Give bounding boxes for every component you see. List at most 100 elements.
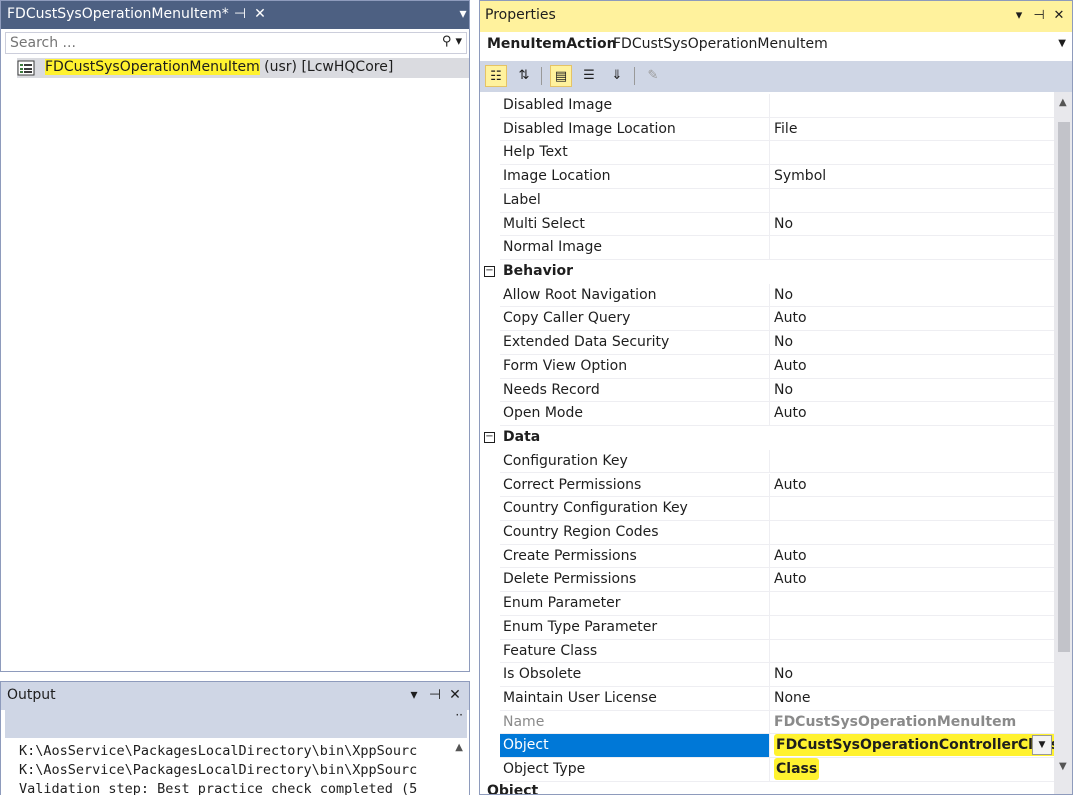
categorized-view-icon[interactable]: ☷ — [485, 65, 507, 87]
property-value[interactable]: None — [770, 687, 1054, 711]
pin-icon[interactable]: ⊣ — [230, 4, 250, 24]
chevron-down-icon[interactable]: ▼ — [1058, 38, 1066, 49]
property-row[interactable]: Open Mode Auto — [480, 402, 1054, 427]
output-scroll-up-icon[interactable]: ▲ — [455, 742, 463, 753]
property-row[interactable]: Image Location Symbol — [480, 165, 1054, 189]
property-value[interactable]: Auto — [770, 545, 1054, 569]
property-name: Correct Permissions — [500, 473, 770, 498]
property-row[interactable]: Is Obsolete No — [480, 663, 1054, 687]
property-value[interactable]: No — [770, 284, 1054, 308]
property-row[interactable]: Country Region Codes — [480, 520, 1054, 545]
property-value[interactable]: No — [770, 663, 1054, 687]
property-row[interactable]: Form View Option Auto — [480, 354, 1054, 379]
property-row[interactable]: Disabled Image Location File — [480, 117, 1054, 142]
properties-view-icon[interactable]: ▤ — [550, 65, 572, 87]
collapse-icon[interactable]: − — [484, 266, 495, 278]
toolbar-separator — [634, 67, 635, 85]
property-row[interactable]: Correct Permissions Auto — [480, 473, 1054, 498]
property-row[interactable]: Object Type Class — [480, 758, 1054, 782]
property-value[interactable] — [770, 141, 1054, 166]
property-value[interactable] — [770, 497, 1054, 521]
output-toolbar: ·· — [5, 708, 467, 738]
property-value[interactable]: Auto — [770, 402, 1054, 427]
property-value[interactable] — [770, 640, 1054, 664]
scrollbar-thumb[interactable] — [1058, 122, 1070, 652]
property-row[interactable]: Enum Type Parameter — [480, 615, 1054, 640]
property-value[interactable] — [770, 189, 1054, 213]
property-row[interactable]: Normal Image — [480, 236, 1054, 260]
toolbar-overflow-icon[interactable]: ·· — [455, 708, 463, 722]
property-value[interactable]: FDCustSysOperationControllerClass ▼ — [770, 734, 1054, 759]
property-row[interactable]: Extended Data Security No — [480, 331, 1054, 355]
designer-tab[interactable]: FDCustSysOperationMenuItem* ⊣ ✕ ▾ — [1, 1, 469, 29]
property-value[interactable] — [770, 592, 1054, 616]
property-value-text: FDCustSysOperationMenuItem — [774, 713, 1017, 730]
property-value[interactable] — [770, 450, 1054, 474]
output-text[interactable]: K:\AosService\PackagesLocalDirectory\bin… — [19, 742, 417, 795]
properties-close-icon[interactable]: ✕ — [1050, 6, 1068, 26]
output-pin-icon[interactable]: ⊣ — [425, 685, 445, 705]
property-name: Disabled Image — [500, 94, 770, 118]
category-behavior[interactable]: − Behavior — [480, 260, 1054, 284]
property-value-text: None — [774, 690, 811, 706]
property-value[interactable]: File — [770, 118, 1054, 142]
collapse-icon[interactable]: − — [484, 432, 495, 444]
property-row[interactable]: Disabled Image — [480, 94, 1054, 118]
tree-node-menuitem[interactable]: FDCustSysOperationMenuItem (usr) [LcwHQC… — [17, 58, 469, 78]
property-pages-icon[interactable]: ⇓ — [606, 65, 628, 87]
scroll-up-icon[interactable]: ▲ — [1059, 97, 1067, 108]
property-row[interactable]: Multi Select No — [480, 212, 1054, 237]
designer-title: FDCustSysOperationMenuItem* — [7, 6, 229, 22]
property-name: Country Configuration Key — [500, 497, 770, 521]
property-value[interactable]: Auto — [770, 355, 1054, 379]
property-row[interactable]: Label — [480, 188, 1054, 213]
property-value[interactable]: Auto — [770, 474, 1054, 498]
property-row[interactable]: Object FDCustSysOperationControllerClass ▼ — [480, 734, 1054, 759]
category-data[interactable]: − Data — [480, 426, 1054, 450]
property-row[interactable]: Country Configuration Key — [480, 497, 1054, 521]
scroll-down-icon[interactable]: ▼ — [1059, 761, 1067, 772]
property-name: Multi Select — [500, 212, 770, 237]
alphabetical-sort-icon[interactable]: ⇅ — [513, 65, 535, 87]
property-value-text: Auto — [774, 310, 807, 327]
property-row[interactable]: Needs Record No — [480, 378, 1054, 403]
property-row[interactable]: Name FDCustSysOperationMenuItem — [480, 710, 1054, 735]
property-row[interactable]: Delete Permissions Auto — [480, 568, 1054, 593]
properties-panel: Properties ▾ ⊣ ✕ MenuItemAction FDCustSy… — [479, 0, 1073, 795]
property-grid-scrollbar[interactable]: ▲ ▼ — [1054, 92, 1072, 794]
property-row[interactable]: Configuration Key — [480, 449, 1054, 474]
property-value[interactable]: No — [770, 379, 1054, 403]
properties-pin-icon[interactable]: ⊣ — [1030, 6, 1048, 26]
property-row[interactable]: Maintain User License None — [480, 687, 1054, 711]
property-value[interactable] — [770, 521, 1054, 545]
property-value[interactable]: Auto — [770, 307, 1054, 332]
wrench-icon[interactable]: ✎ — [642, 65, 664, 87]
property-value[interactable]: Auto — [770, 568, 1054, 593]
property-row[interactable]: Create Permissions Auto — [480, 544, 1054, 569]
output-dropdown-icon[interactable]: ▾ — [404, 685, 424, 705]
object-selector[interactable]: MenuItemAction FDCustSysOperationMenuIte… — [480, 32, 1072, 60]
property-row[interactable]: Copy Caller Query Auto — [480, 307, 1054, 332]
close-tab-icon[interactable]: ✕ — [250, 4, 270, 24]
property-row[interactable]: Help Text — [480, 141, 1054, 166]
property-value[interactable] — [770, 94, 1054, 118]
events-view-icon[interactable]: ☰ — [578, 65, 600, 87]
property-value[interactable]: No — [770, 331, 1054, 355]
output-close-icon[interactable]: ✕ — [445, 685, 465, 705]
designer-search-input[interactable] — [6, 33, 426, 53]
property-name: Name — [500, 710, 770, 735]
property-row[interactable]: Allow Root Navigation No — [480, 283, 1054, 308]
search-icon[interactable]: ⚲ ▾ — [442, 34, 462, 49]
property-row[interactable]: Feature Class — [480, 639, 1054, 664]
property-value[interactable]: Symbol — [770, 165, 1054, 189]
value-dropdown-icon[interactable]: ▼ — [1032, 735, 1052, 756]
property-value[interactable]: Class — [770, 758, 1054, 782]
properties-dropdown-icon[interactable]: ▾ — [1010, 6, 1028, 26]
property-value[interactable]: No — [770, 213, 1054, 237]
property-value[interactable] — [770, 236, 1054, 260]
property-value[interactable] — [770, 616, 1054, 640]
property-value[interactable]: FDCustSysOperationMenuItem — [770, 711, 1054, 735]
property-row[interactable]: Enum Parameter — [480, 592, 1054, 616]
property-value-text: No — [774, 666, 794, 683]
tab-dropdown-icon[interactable]: ▾ — [453, 4, 473, 24]
